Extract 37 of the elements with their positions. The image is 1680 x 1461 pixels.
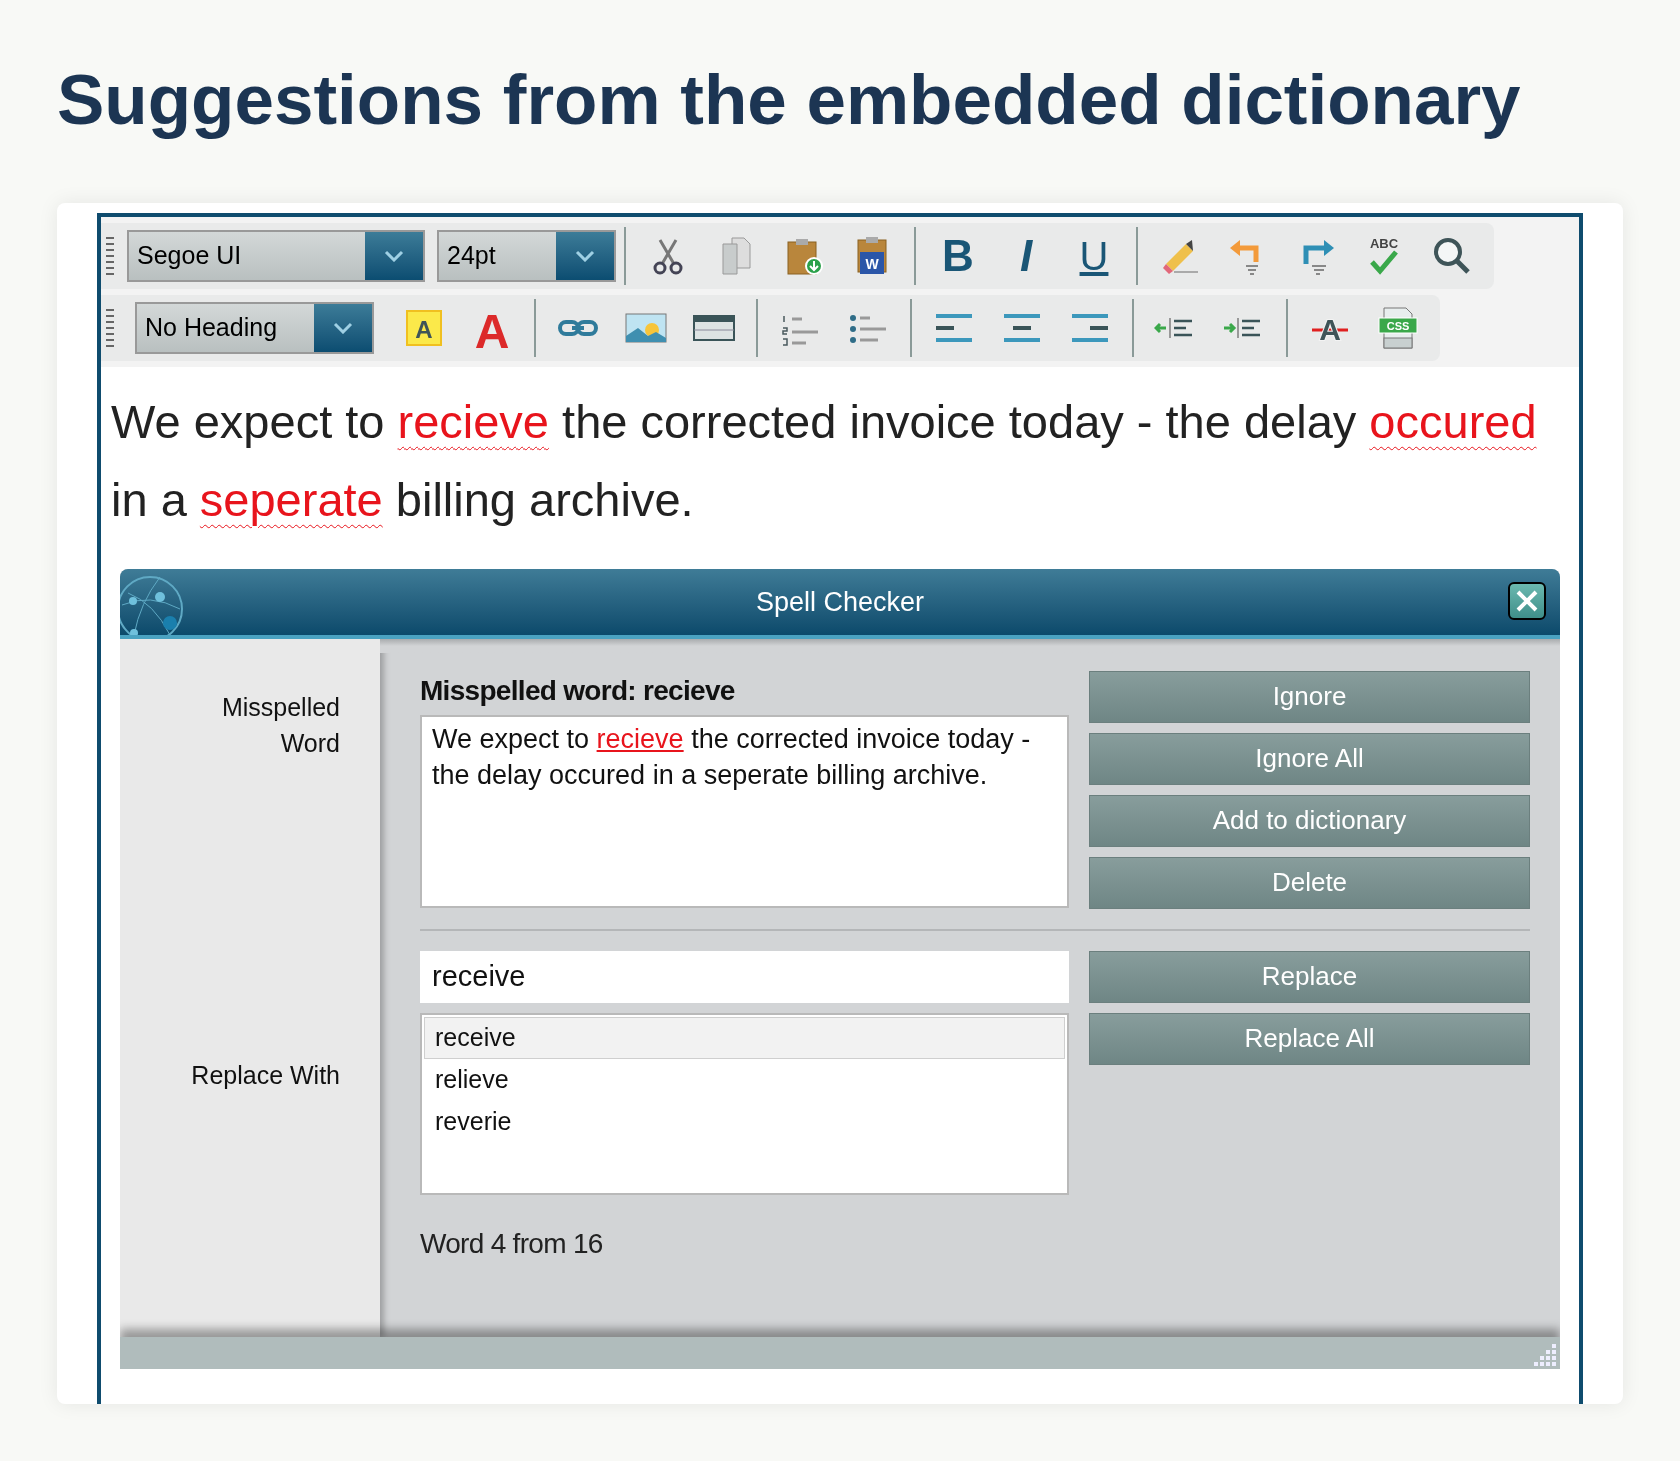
editor-text[interactable]: We expect to recieve the corrected invoice today - the delay occured in a seperate billing archive. [101,366,1579,569]
misspelled-word-heading: Misspelled word: recieve [420,673,736,708]
word-position-status: Word 4 from 16 [420,1226,604,1261]
dropdown[interactable]: Segoe UI [127,229,425,282]
page-heading: Suggestions from the embedded dictionary [57,59,1522,141]
replace-input-field[interactable]: receive [420,950,1069,1003]
dialog-button[interactable]: Replace All [1089,1012,1530,1065]
dropdown[interactable]: No Heading [135,301,374,354]
suggestion-item[interactable]: relieve [424,1058,1065,1101]
dialog-button[interactable]: Replace [1089,950,1530,1003]
dialog-button[interactable]: Delete [1089,856,1530,909]
dialog-button[interactable]: Add to dictionary [1089,794,1530,847]
font-color-icon: A [470,305,514,350]
dialog-title: Spell Checker [755,585,925,619]
grip-icon [105,235,115,276]
dropdown-value: 24pt [446,240,497,271]
dialog-button[interactable]: Ignore [1089,670,1530,723]
dropdown[interactable]: 24pt [437,229,616,282]
dropdown-value: Segoe UI [136,240,243,271]
underline-button[interactable]: U [1060,229,1128,282]
italic-button[interactable]: I [992,229,1060,282]
suggestion-item[interactable]: receive [424,1016,1065,1059]
spellcheck-button[interactable]: ABC [1350,229,1418,282]
close-button[interactable] [1508,581,1546,620]
close-icon [1515,588,1539,613]
dialog-button[interactable]: Ignore All [1089,732,1530,785]
paste-word-button[interactable]: W [838,229,906,282]
highlight-button[interactable]: A [390,301,458,354]
context-text-box: We expect to recieve the corrected invoice today - the delay occured in a seperate billing archive. [420,714,1069,908]
font-color-button[interactable]: A [458,301,526,354]
resize-grip-icon [1534,1343,1556,1366]
suggestion-item[interactable]: reverie [424,1100,1065,1143]
dropdown-value: No Heading [144,312,279,343]
bold-button[interactable]: B [924,229,992,282]
replace-with-label: Replace With [191,1059,340,1091]
misspelled-word-label: Misspelled Word [220,691,340,759]
grip-icon [105,307,115,348]
